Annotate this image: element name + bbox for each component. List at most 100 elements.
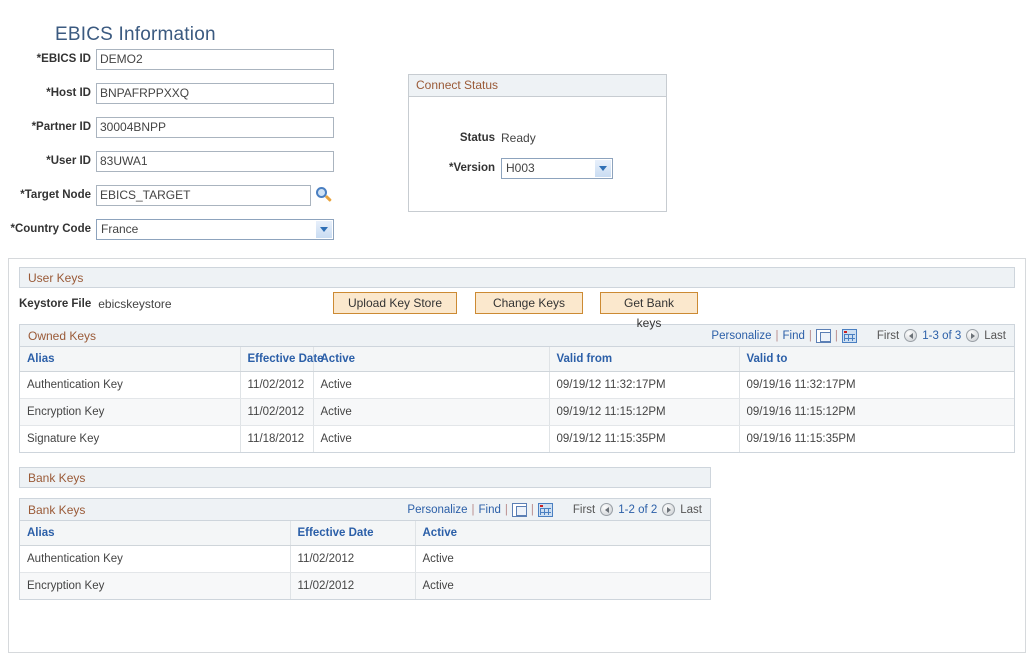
next-page-icon[interactable]: [662, 503, 675, 516]
bank-keys-title: Bank Keys: [28, 503, 85, 517]
cell-valid-to: 09/19/16 11:32:17PM: [739, 372, 1014, 399]
target-node-input[interactable]: [96, 185, 311, 206]
cell-alias: Authentication Key: [20, 546, 290, 573]
owned-keys-toolbar: Personalize | Find | | First 1-3 of 3: [711, 329, 1006, 343]
owned-keys-header-row: Alias Effective Date Active Valid from V…: [20, 347, 1014, 372]
column-header-effective-date[interactable]: Effective Date: [290, 521, 415, 546]
label-user-id: *User ID: [0, 155, 96, 167]
column-header-active[interactable]: Active: [313, 347, 549, 372]
cell-alias: Signature Key: [20, 426, 240, 453]
section-header-bank-keys: Bank Keys: [19, 467, 711, 488]
first-page-link[interactable]: First: [877, 330, 899, 342]
connect-status-title: Connect Status: [409, 75, 666, 97]
cell-valid-from: 09/19/12 11:32:17PM: [549, 372, 739, 399]
column-header-effective-date[interactable]: Effective Date: [240, 347, 313, 372]
label-partner-id: *Partner ID: [0, 121, 96, 133]
chevron-down-icon[interactable]: [594, 160, 611, 177]
label-host-id: *Host ID: [0, 87, 96, 99]
cell-valid-from: 09/19/12 11:15:35PM: [549, 426, 739, 453]
bank-keys-table: Alias Effective Date Active Authenticati…: [20, 521, 710, 599]
table-row[interactable]: Encryption Key 11/02/2012 Active 09/19/1…: [20, 399, 1014, 426]
cell-valid-to: 09/19/16 11:15:12PM: [739, 399, 1014, 426]
personalize-link[interactable]: Personalize: [407, 504, 467, 516]
label-country-code: *Country Code: [0, 223, 96, 235]
change-keys-button[interactable]: Change Keys: [475, 292, 583, 314]
column-header-active[interactable]: Active: [415, 521, 710, 546]
label-status: Status: [409, 132, 501, 144]
bank-keys-toolbar: Personalize | Find | | First 1-2 of 2: [407, 503, 702, 517]
cell-valid-from: 09/19/12 11:15:12PM: [549, 399, 739, 426]
view-grid-icon[interactable]: [538, 503, 553, 517]
cell-effective-date: 11/02/2012: [240, 399, 313, 426]
version-select[interactable]: H003: [501, 158, 613, 179]
host-id-input[interactable]: [96, 83, 334, 104]
cell-active: Active: [313, 426, 549, 453]
status-value: Ready: [501, 131, 536, 145]
upload-key-store-button[interactable]: Upload Key Store: [333, 292, 457, 314]
cell-effective-date: 11/02/2012: [240, 372, 313, 399]
user-id-input[interactable]: [96, 151, 334, 172]
tool-separator: |: [809, 330, 812, 342]
field-row-target-node: *Target Node: [0, 178, 400, 212]
last-page-link[interactable]: Last: [680, 504, 702, 516]
chevron-down-icon[interactable]: [315, 221, 332, 238]
field-row-host-id: *Host ID: [0, 76, 400, 110]
owned-keys-table: Alias Effective Date Active Valid from V…: [20, 347, 1014, 452]
ebics-form: *EBICS ID *Host ID *Partner ID *User ID …: [0, 42, 400, 246]
next-page-icon[interactable]: [966, 329, 979, 342]
column-header-alias[interactable]: Alias: [20, 347, 240, 372]
label-ebics-id: *EBICS ID: [0, 53, 96, 65]
connect-status-panel: Connect Status Status Ready *Version H00…: [408, 74, 667, 212]
column-header-valid-to[interactable]: Valid to: [739, 347, 1014, 372]
tool-separator: |: [531, 504, 534, 516]
field-row-partner-id: *Partner ID: [0, 110, 400, 144]
field-row-ebics-id: *EBICS ID: [0, 42, 400, 76]
column-header-alias[interactable]: Alias: [20, 521, 290, 546]
download-export-icon[interactable]: [816, 329, 831, 343]
label-target-node: *Target Node: [0, 189, 96, 201]
first-page-link[interactable]: First: [573, 504, 595, 516]
keystore-file-value: ebicskeystore: [98, 297, 171, 311]
find-link[interactable]: Find: [783, 330, 805, 342]
previous-page-icon[interactable]: [904, 329, 917, 342]
table-row[interactable]: Signature Key 11/18/2012 Active 09/19/12…: [20, 426, 1014, 453]
previous-page-icon[interactable]: [600, 503, 613, 516]
country-code-value: France: [101, 222, 138, 236]
personalize-link[interactable]: Personalize: [711, 330, 771, 342]
cell-valid-to: 09/19/16 11:15:35PM: [739, 426, 1014, 453]
tool-separator: |: [505, 504, 508, 516]
tool-separator: |: [776, 330, 779, 342]
bank-keys-pager: First 1-2 of 2 Last: [573, 503, 702, 516]
column-header-valid-from[interactable]: Valid from: [549, 347, 739, 372]
version-value: H003: [506, 161, 535, 175]
page-range-text: 1-2 of 2: [618, 504, 657, 516]
get-bank-keys-button[interactable]: Get Bank keys: [600, 292, 698, 314]
cell-active: Active: [313, 372, 549, 399]
owned-keys-title: Owned Keys: [28, 329, 96, 343]
section-header-user-keys: User Keys: [19, 267, 1015, 288]
ebics-id-input[interactable]: [96, 49, 334, 70]
table-row[interactable]: Encryption Key 11/02/2012 Active: [20, 573, 710, 600]
tool-separator: |: [472, 504, 475, 516]
last-page-link[interactable]: Last: [984, 330, 1006, 342]
cell-active: Active: [313, 399, 549, 426]
download-export-icon[interactable]: [512, 503, 527, 517]
bank-keys-header-row: Alias Effective Date Active: [20, 521, 710, 546]
lookup-icon[interactable]: [316, 187, 332, 203]
cell-effective-date: 11/02/2012: [290, 546, 415, 573]
field-row-user-id: *User ID: [0, 144, 400, 178]
version-row: *Version H003: [409, 153, 666, 183]
view-grid-icon[interactable]: [842, 329, 857, 343]
partner-id-input[interactable]: [96, 117, 334, 138]
country-code-select[interactable]: France: [96, 219, 334, 240]
find-link[interactable]: Find: [479, 504, 501, 516]
table-row[interactable]: Authentication Key 11/02/2012 Active 09/…: [20, 372, 1014, 399]
table-row[interactable]: Authentication Key 11/02/2012 Active: [20, 546, 710, 573]
keystore-file-label: Keystore File: [19, 298, 91, 310]
cell-alias: Encryption Key: [20, 399, 240, 426]
cell-effective-date: 11/02/2012: [290, 573, 415, 600]
field-row-country-code: *Country Code France: [0, 212, 400, 246]
lookup-handle: [325, 195, 332, 202]
cell-alias: Authentication Key: [20, 372, 240, 399]
label-version: *Version: [409, 162, 501, 174]
